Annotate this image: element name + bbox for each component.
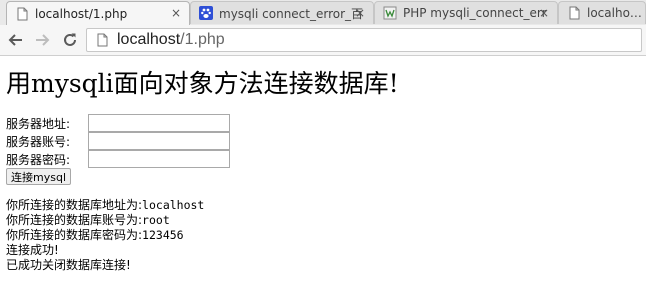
tab-label: mysqli connect_error_百 (219, 6, 364, 21)
success-message: 连接成功! (6, 243, 59, 257)
close-icon[interactable]: × (171, 7, 181, 19)
password-row: 服务器密码: (6, 150, 230, 168)
password-input[interactable] (88, 150, 230, 168)
tab-label: localhost/1.php (35, 7, 128, 21)
page-icon (17, 7, 28, 21)
back-button[interactable] (6, 30, 26, 50)
tab-strip: localhost/1.php × mysqli connect_error_百… (0, 0, 646, 26)
closed-message: 已成功关闭数据库连接! (6, 258, 131, 272)
user-label: 服务器账号: (6, 134, 71, 149)
back-arrow-icon (8, 34, 22, 46)
result-output: 你所连接的数据库地址为:localhost 你所连接的数据库账号为:root 你… (6, 198, 204, 273)
baidu-paw-icon (199, 6, 213, 20)
page-icon (97, 33, 108, 47)
tab-label: localhost/l.p (587, 6, 645, 20)
tab-localhost-l[interactable]: localhost/l.p (558, 1, 646, 24)
tab-localhost-1[interactable]: localhost/1.php × (6, 1, 190, 26)
browser-toolbar: localhost/1.php (0, 25, 646, 56)
host-input[interactable] (88, 114, 230, 132)
user-input[interactable] (88, 132, 230, 150)
page-icon (569, 6, 580, 20)
address-bar[interactable]: localhost/1.php (86, 28, 642, 52)
url-host: localhost (117, 31, 181, 48)
user-result-value: root (142, 213, 170, 227)
reload-icon (64, 33, 76, 46)
url-text: localhost/1.php (117, 31, 225, 49)
host-result-prefix: 你所连接的数据库地址为: (6, 198, 143, 212)
tab-php-mysqli[interactable]: PHP mysqli_connect_err × (374, 1, 558, 24)
tab-baidu-search[interactable]: mysqli connect_error_百 × (190, 1, 374, 24)
close-icon[interactable]: × (539, 7, 549, 19)
w3school-icon (383, 6, 397, 20)
tab-label: PHP mysqli_connect_err (403, 6, 547, 20)
forward-arrow-icon (36, 34, 50, 46)
password-label: 服务器密码: (6, 152, 71, 167)
password-result-value: 123456 (142, 228, 184, 242)
user-result: 你所连接的数据库账号为:root (6, 213, 204, 228)
user-row: 服务器账号: (6, 132, 230, 150)
password-result: 你所连接的数据库密码为:123456 (6, 228, 204, 243)
password-result-prefix: 你所连接的数据库密码为: (6, 228, 143, 242)
host-result: 你所连接的数据库地址为:localhost (6, 198, 204, 213)
host-result-value: localhost (142, 198, 205, 212)
host-label: 服务器地址: (6, 116, 71, 131)
user-result-prefix: 你所连接的数据库账号为: (6, 213, 143, 227)
host-row: 服务器地址: (6, 114, 230, 132)
url-path: /1.php (180, 31, 225, 48)
page-title: 用mysqli面向对象方法连接数据库! (6, 69, 399, 98)
close-icon[interactable]: × (355, 7, 365, 19)
forward-button[interactable] (32, 30, 52, 50)
page-content: 用mysqli面向对象方法连接数据库! 服务器地址: 服务器账号: 服务器密码:… (0, 56, 646, 289)
reload-button[interactable] (60, 30, 80, 50)
connect-mysql-button[interactable]: 连接mysql (6, 168, 71, 185)
